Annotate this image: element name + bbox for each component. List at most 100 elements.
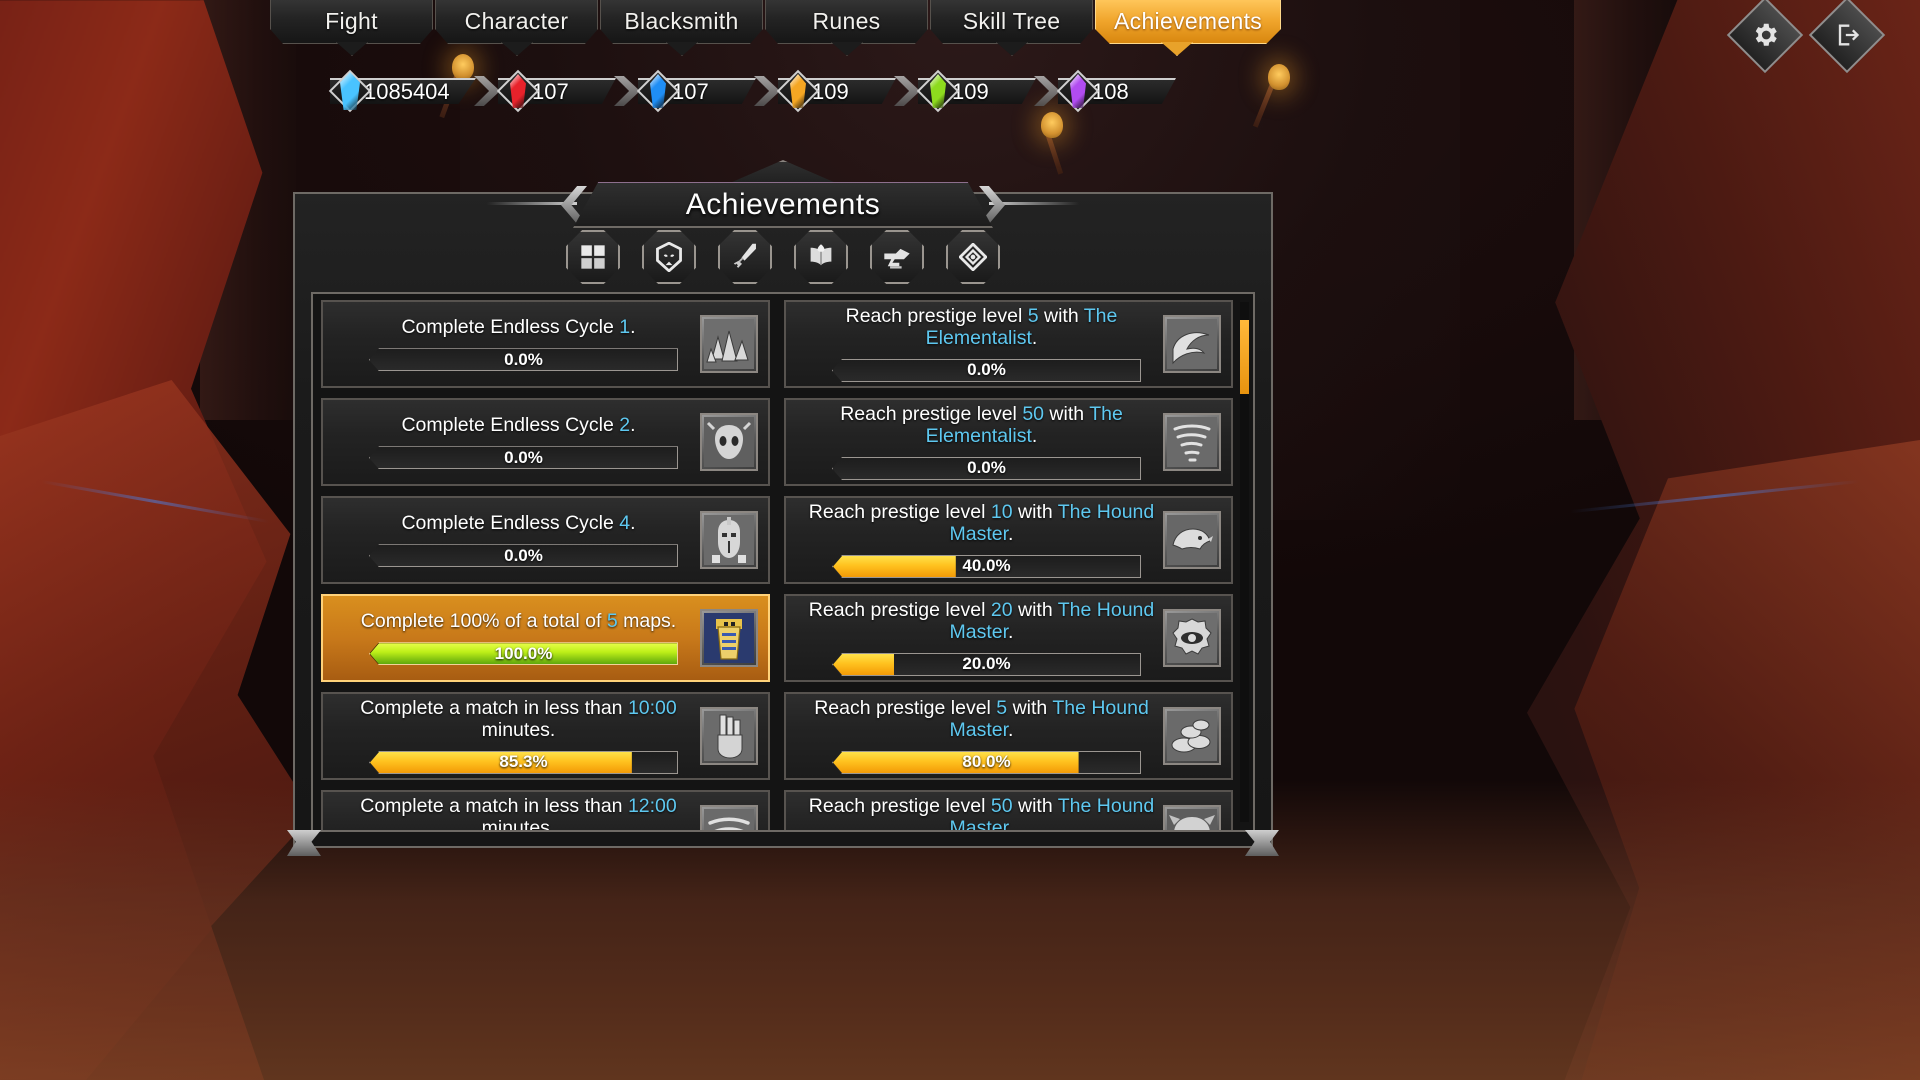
achievement-progress-bar: 80.0% [832,750,1141,774]
achievement-row[interactable]: Reach prestige level 5 with The Elementa… [784,300,1233,388]
achievement-content: Complete 100% of a total of 5 maps. 100.0… [331,609,700,666]
diamond-icon [959,243,987,271]
tab-label: Character [464,8,569,34]
achievement-text-part: with [1012,795,1058,818]
filter-monsters[interactable] [642,230,696,284]
tab-notch [501,42,533,56]
progress-label: 100.0% [494,643,553,663]
achievement-description: Reach prestige level 20 with The Hound M… [804,599,1159,643]
filter-combat[interactable] [718,230,772,284]
tab-blacksmith[interactable]: Blacksmith [600,0,763,44]
tab-character[interactable]: Character [435,0,598,44]
achievement-highlight-value: 10:00 [627,697,677,720]
achievement-text-part: . [630,413,636,436]
category-filter-row: All [295,230,1271,284]
resource-gem-blue: 107 [636,69,756,113]
panel-corner-ornament-bottom-left [287,830,321,856]
achievement-description: Reach prestige level 50 with The Element… [804,403,1159,447]
achievement-content: Complete Endless Cycle 2. 0.0% [331,413,700,470]
achievement-row[interactable]: Reach prestige level 10 with The Hound M… [784,496,1233,584]
achievement-text-part: . [1008,816,1014,830]
achievement-highlight-value: 4 [619,511,631,534]
tab-skill-tree[interactable]: Skill Tree [930,0,1093,44]
achievement-text-part: Complete a match in less than [360,795,628,818]
achievement-row[interactable]: Complete Endless Cycle 2. 0.0% [321,398,770,486]
mask-icon [655,242,683,272]
achievement-description: Reach prestige level 5 with The Elementa… [804,305,1159,349]
achievement-text-part: minutes. [481,816,556,830]
achievement-row[interactable]: Reach prestige level 50 with The Hound M… [784,790,1233,830]
achievement-description: Reach prestige level 5 with The Hound Ma… [804,697,1159,741]
coins-icon [1163,707,1221,765]
gem-frame [776,69,820,113]
tab-label: Fight [325,8,378,34]
knight-icon [700,511,758,569]
achievement-description: Complete 100% of a total of 5 maps. [341,609,696,632]
achievement-highlight-value: 50 [1022,403,1045,426]
achievement-content: Complete Endless Cycle 4. 0.0% [331,511,700,568]
achievement-description: Complete Endless Cycle 2. [341,413,696,436]
achievement-text-part: Complete Endless Cycle [401,511,620,534]
goat-skull-icon [700,413,758,471]
tab-runes[interactable]: Runes [765,0,928,44]
nav-tabs: Fight Character Blacksmith Runes Skill Tree A… [270,0,1282,44]
gem-frame [1056,69,1100,113]
achievement-text-part: Reach prestige level [808,599,991,622]
achievement-highlight-value: 5 [606,609,618,632]
achievement-text-part: . [1008,522,1014,545]
achievement-list-viewport: Complete Endless Cycle 1. 0.0% Reach prest… [321,300,1233,830]
gear-eye-icon [1163,609,1221,667]
filter-gems[interactable] [946,230,1000,284]
achievement-description: Complete Endless Cycle 1. [341,315,696,338]
progress-label: 80.0% [962,752,1011,772]
achievement-highlight-value: 5 [1027,305,1039,328]
achievement-grid: Complete Endless Cycle 1. 0.0% Reach prest… [321,300,1233,830]
achievement-text-part: . [630,315,636,338]
achievement-text-part: with [1007,697,1053,720]
achievement-row[interactable]: Complete Endless Cycle 1. 0.0% [321,300,770,388]
filter-spells[interactable] [794,230,848,284]
title-ornament-right [989,190,1079,220]
tab-achievements[interactable]: Achievements [1095,0,1282,44]
resource-gem-red: 107 [496,69,616,113]
achievement-text-part: with [1012,599,1058,622]
progress-label: 40.0% [962,556,1011,576]
achievement-row[interactable]: Reach prestige level 50 with The Element… [784,398,1233,486]
beast-head-icon [1163,805,1221,830]
achievement-row[interactable]: Reach prestige level 20 with The Hound M… [784,594,1233,682]
achievement-row[interactable]: Complete a match in less than 12:00 minu… [321,790,770,830]
achievement-text-part: with [1038,305,1084,328]
achievement-text-part: Reach prestige level [845,305,1028,328]
achievement-progress-bar: 85.3% [369,750,678,774]
achievement-text-part: . [1008,718,1014,741]
top-navigation-bar: Fight Character Blacksmith Runes Skill Tree A… [0,0,1920,74]
achievement-text-part: . [1031,326,1038,349]
achievement-row[interactable]: Complete a match in less than 10:00 minu… [321,692,770,780]
grid-icon [579,243,607,271]
achievement-row[interactable]: Complete 100% of a total of 5 maps. 100.0… [321,594,770,682]
achievement-content: Reach prestige level 20 with The Hound M… [794,599,1163,676]
achievement-content: Reach prestige level 10 with The Hound M… [794,501,1163,578]
achievement-progress-bar: 0.0% [832,456,1141,480]
achievement-progress-bar: 0.0% [369,348,678,372]
achievement-row[interactable]: Complete Endless Cycle 4. 0.0% [321,496,770,584]
resource-crystal-blue-large: 1085404 [328,69,476,113]
hound-icon [1163,511,1221,569]
achievement-progress-bar: 20.0% [832,652,1141,676]
filter-crafting[interactable] [870,230,924,284]
tab-label: Achievements [1114,8,1263,34]
achievement-text-part: Complete Endless Cycle [401,315,620,338]
sword-icon [731,242,759,272]
panel-title-bar: Achievements [487,160,1079,228]
panel-body: Achievements All Complete Endless Cycle … [287,160,1273,856]
achievement-text-part: Complete 100% of a total of [360,609,607,632]
achievement-highlight-value: 5 [996,697,1008,720]
scrollbar-thumb[interactable] [1240,320,1249,394]
achievement-text-part: Reach prestige level [808,795,991,818]
achievement-text-part: maps. [617,609,677,632]
filter-all[interactable]: All [566,230,620,284]
achievement-row[interactable]: Reach prestige level 5 with The Hound Ma… [784,692,1233,780]
spellbook-icon [806,243,836,271]
tab-fight[interactable]: Fight [270,0,433,44]
resource-gem-green: 109 [916,69,1036,113]
